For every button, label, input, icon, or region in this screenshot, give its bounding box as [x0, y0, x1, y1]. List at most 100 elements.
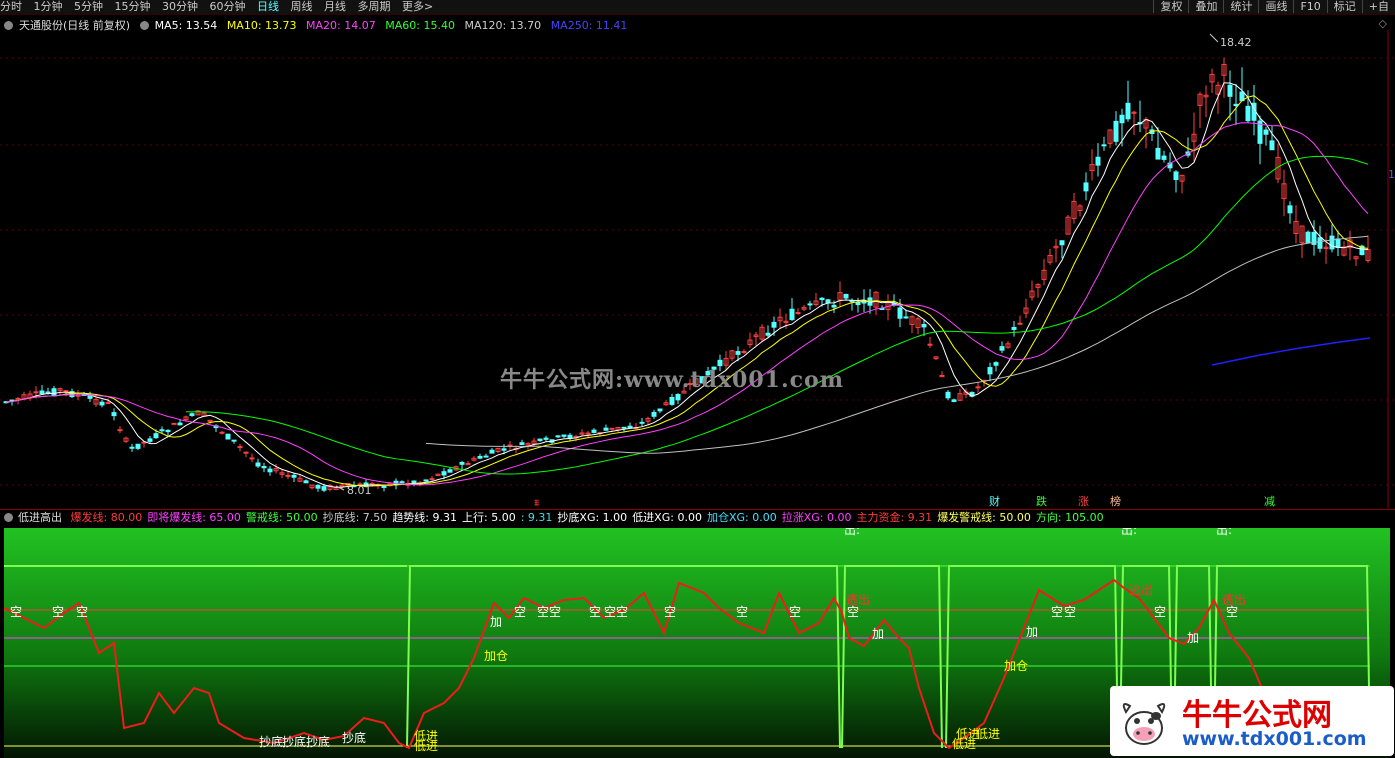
- candle-body: [855, 301, 861, 306]
- candle-body: [669, 396, 675, 405]
- indicator-item: 抄底XG: 1.00: [557, 511, 628, 524]
- tab-daily[interactable]: 日线: [257, 0, 279, 13]
- indicator-item: 趋势线: 9.31: [392, 511, 458, 524]
- candle-body: [999, 346, 1005, 351]
- indicator-name[interactable]: 低进高出: [18, 511, 62, 524]
- custom-button[interactable]: +自: [1361, 0, 1395, 13]
- period-toolbar: 分时 1分钟 5分钟 15分钟 30分钟 60分钟 日线 周线 月线 多周期 更…: [0, 0, 1395, 15]
- candle-body: [129, 446, 135, 449]
- indicator-item: 抄底线: 7.50: [322, 511, 388, 524]
- candle-body: [39, 390, 45, 394]
- signal-jia: 加: [1187, 631, 1199, 645]
- candle-body: [843, 293, 849, 299]
- candle-body: [1119, 114, 1125, 124]
- signal-chu: 出:: [844, 528, 860, 537]
- candle-body: [1155, 147, 1161, 160]
- indicator-item: 低进XG: 0.00: [632, 511, 702, 524]
- marker-zhang[interactable]: 涨: [1078, 495, 1089, 508]
- ma250-line: [1211, 337, 1371, 366]
- restore-rights-button[interactable]: 复权: [1153, 0, 1188, 13]
- signal-chaodi: 抄底: [342, 730, 366, 745]
- overlay-button[interactable]: 叠加: [1188, 0, 1223, 13]
- signal-dijin: 低进: [952, 737, 976, 751]
- signal-jia: 加: [490, 615, 502, 629]
- f10-button[interactable]: F10: [1293, 0, 1326, 13]
- marker-bang[interactable]: 榜: [1110, 494, 1121, 508]
- candle-body: [207, 419, 213, 422]
- candle-body: [231, 439, 237, 442]
- candle-body: [447, 469, 453, 473]
- tab-fenshi[interactable]: 分时: [0, 0, 22, 13]
- statistics-button[interactable]: 统计: [1223, 0, 1258, 13]
- candle-body: [675, 394, 681, 401]
- tab-multi-period[interactable]: 多周期: [358, 0, 391, 13]
- marker-cai[interactable]: 财: [989, 494, 1000, 508]
- candle-body: [1095, 156, 1101, 166]
- candle-body: [1113, 120, 1119, 142]
- candle-body: [429, 478, 435, 481]
- watermark-text: 牛牛公式网:www.tdx001.com: [500, 367, 844, 393]
- candle-body: [1263, 129, 1269, 135]
- low-price-label: 8.01: [347, 484, 372, 497]
- signal-kong: 空: [537, 605, 549, 619]
- marker-jian[interactable]: 减: [1264, 495, 1275, 508]
- marker-die[interactable]: 跌: [1036, 494, 1047, 508]
- tab-more[interactable]: 更多>: [402, 0, 433, 13]
- candle-body: [99, 401, 105, 406]
- settings-gear-icon[interactable]: [4, 21, 13, 30]
- candle-body: [459, 462, 465, 465]
- indicator-item: 爆发警戒线: 50.00: [937, 511, 1031, 524]
- signal-kong: 空: [616, 605, 628, 619]
- candle-body: [111, 412, 117, 417]
- ma20-line: [5, 122, 1369, 486]
- expand-diamond-icon[interactable]: ◇: [1379, 17, 1387, 30]
- candle-body: [1287, 205, 1293, 214]
- candle-body: [177, 422, 183, 426]
- indicator-item: : 9.31: [520, 511, 553, 524]
- draw-line-button[interactable]: 画线: [1258, 0, 1293, 13]
- candle-body: [1011, 326, 1017, 330]
- high-pointer: [1209, 33, 1219, 43]
- high-price-label: 18.42: [1220, 36, 1252, 49]
- signal-chaodi: 抄底: [306, 734, 330, 749]
- cow-mascot-icon: [1122, 703, 1166, 745]
- candle-body: [489, 449, 495, 454]
- candle-body: [627, 425, 633, 429]
- candle-body: [321, 486, 327, 491]
- signal-kong: 空: [76, 605, 88, 619]
- indicator-item: 加仓XG: 0.00: [706, 511, 777, 524]
- signal-kong: 空: [1064, 605, 1076, 619]
- signal-kong: 空: [664, 605, 676, 619]
- signal-jia: 加: [1026, 625, 1038, 639]
- candle-body: [1017, 322, 1023, 325]
- candle-body: [1317, 237, 1323, 249]
- candle-body: [45, 391, 51, 394]
- candle-body: [1305, 231, 1311, 243]
- tab-5min[interactable]: 5分钟: [74, 0, 103, 13]
- tab-30min[interactable]: 30分钟: [162, 0, 198, 13]
- candle-body: [243, 451, 249, 454]
- tab-monthly[interactable]: 月线: [324, 0, 346, 13]
- candle-body: [1125, 102, 1131, 120]
- candle-body: [603, 427, 609, 431]
- candle-body: [291, 474, 297, 478]
- tab-1min[interactable]: 1分钟: [34, 0, 63, 13]
- ma-settings-icon[interactable]: [139, 21, 149, 30]
- candlestick-chart[interactable]: 18.42 8.01 ⩩ 财 跌 涨 榜 减: [0, 30, 1395, 508]
- candle-body: [807, 303, 813, 306]
- indicator-gear-icon[interactable]: [4, 513, 13, 522]
- event-marker-red[interactable]: ⩩: [534, 498, 540, 508]
- tab-60min[interactable]: 60分钟: [210, 0, 246, 13]
- panel-divider[interactable]: [0, 509, 1395, 510]
- signal-chu: 出:: [1121, 528, 1137, 537]
- tab-weekly[interactable]: 周线: [291, 0, 313, 13]
- candle-body: [153, 433, 159, 439]
- candle-body: [117, 429, 123, 432]
- candle-body: [639, 421, 645, 424]
- signal-chu: 出:: [1216, 528, 1232, 537]
- tab-15min[interactable]: 15分钟: [115, 0, 151, 13]
- candle-body: [927, 343, 933, 346]
- candle-body: [1173, 171, 1179, 181]
- candle-body: [789, 308, 795, 321]
- mark-button[interactable]: 标记: [1326, 0, 1362, 13]
